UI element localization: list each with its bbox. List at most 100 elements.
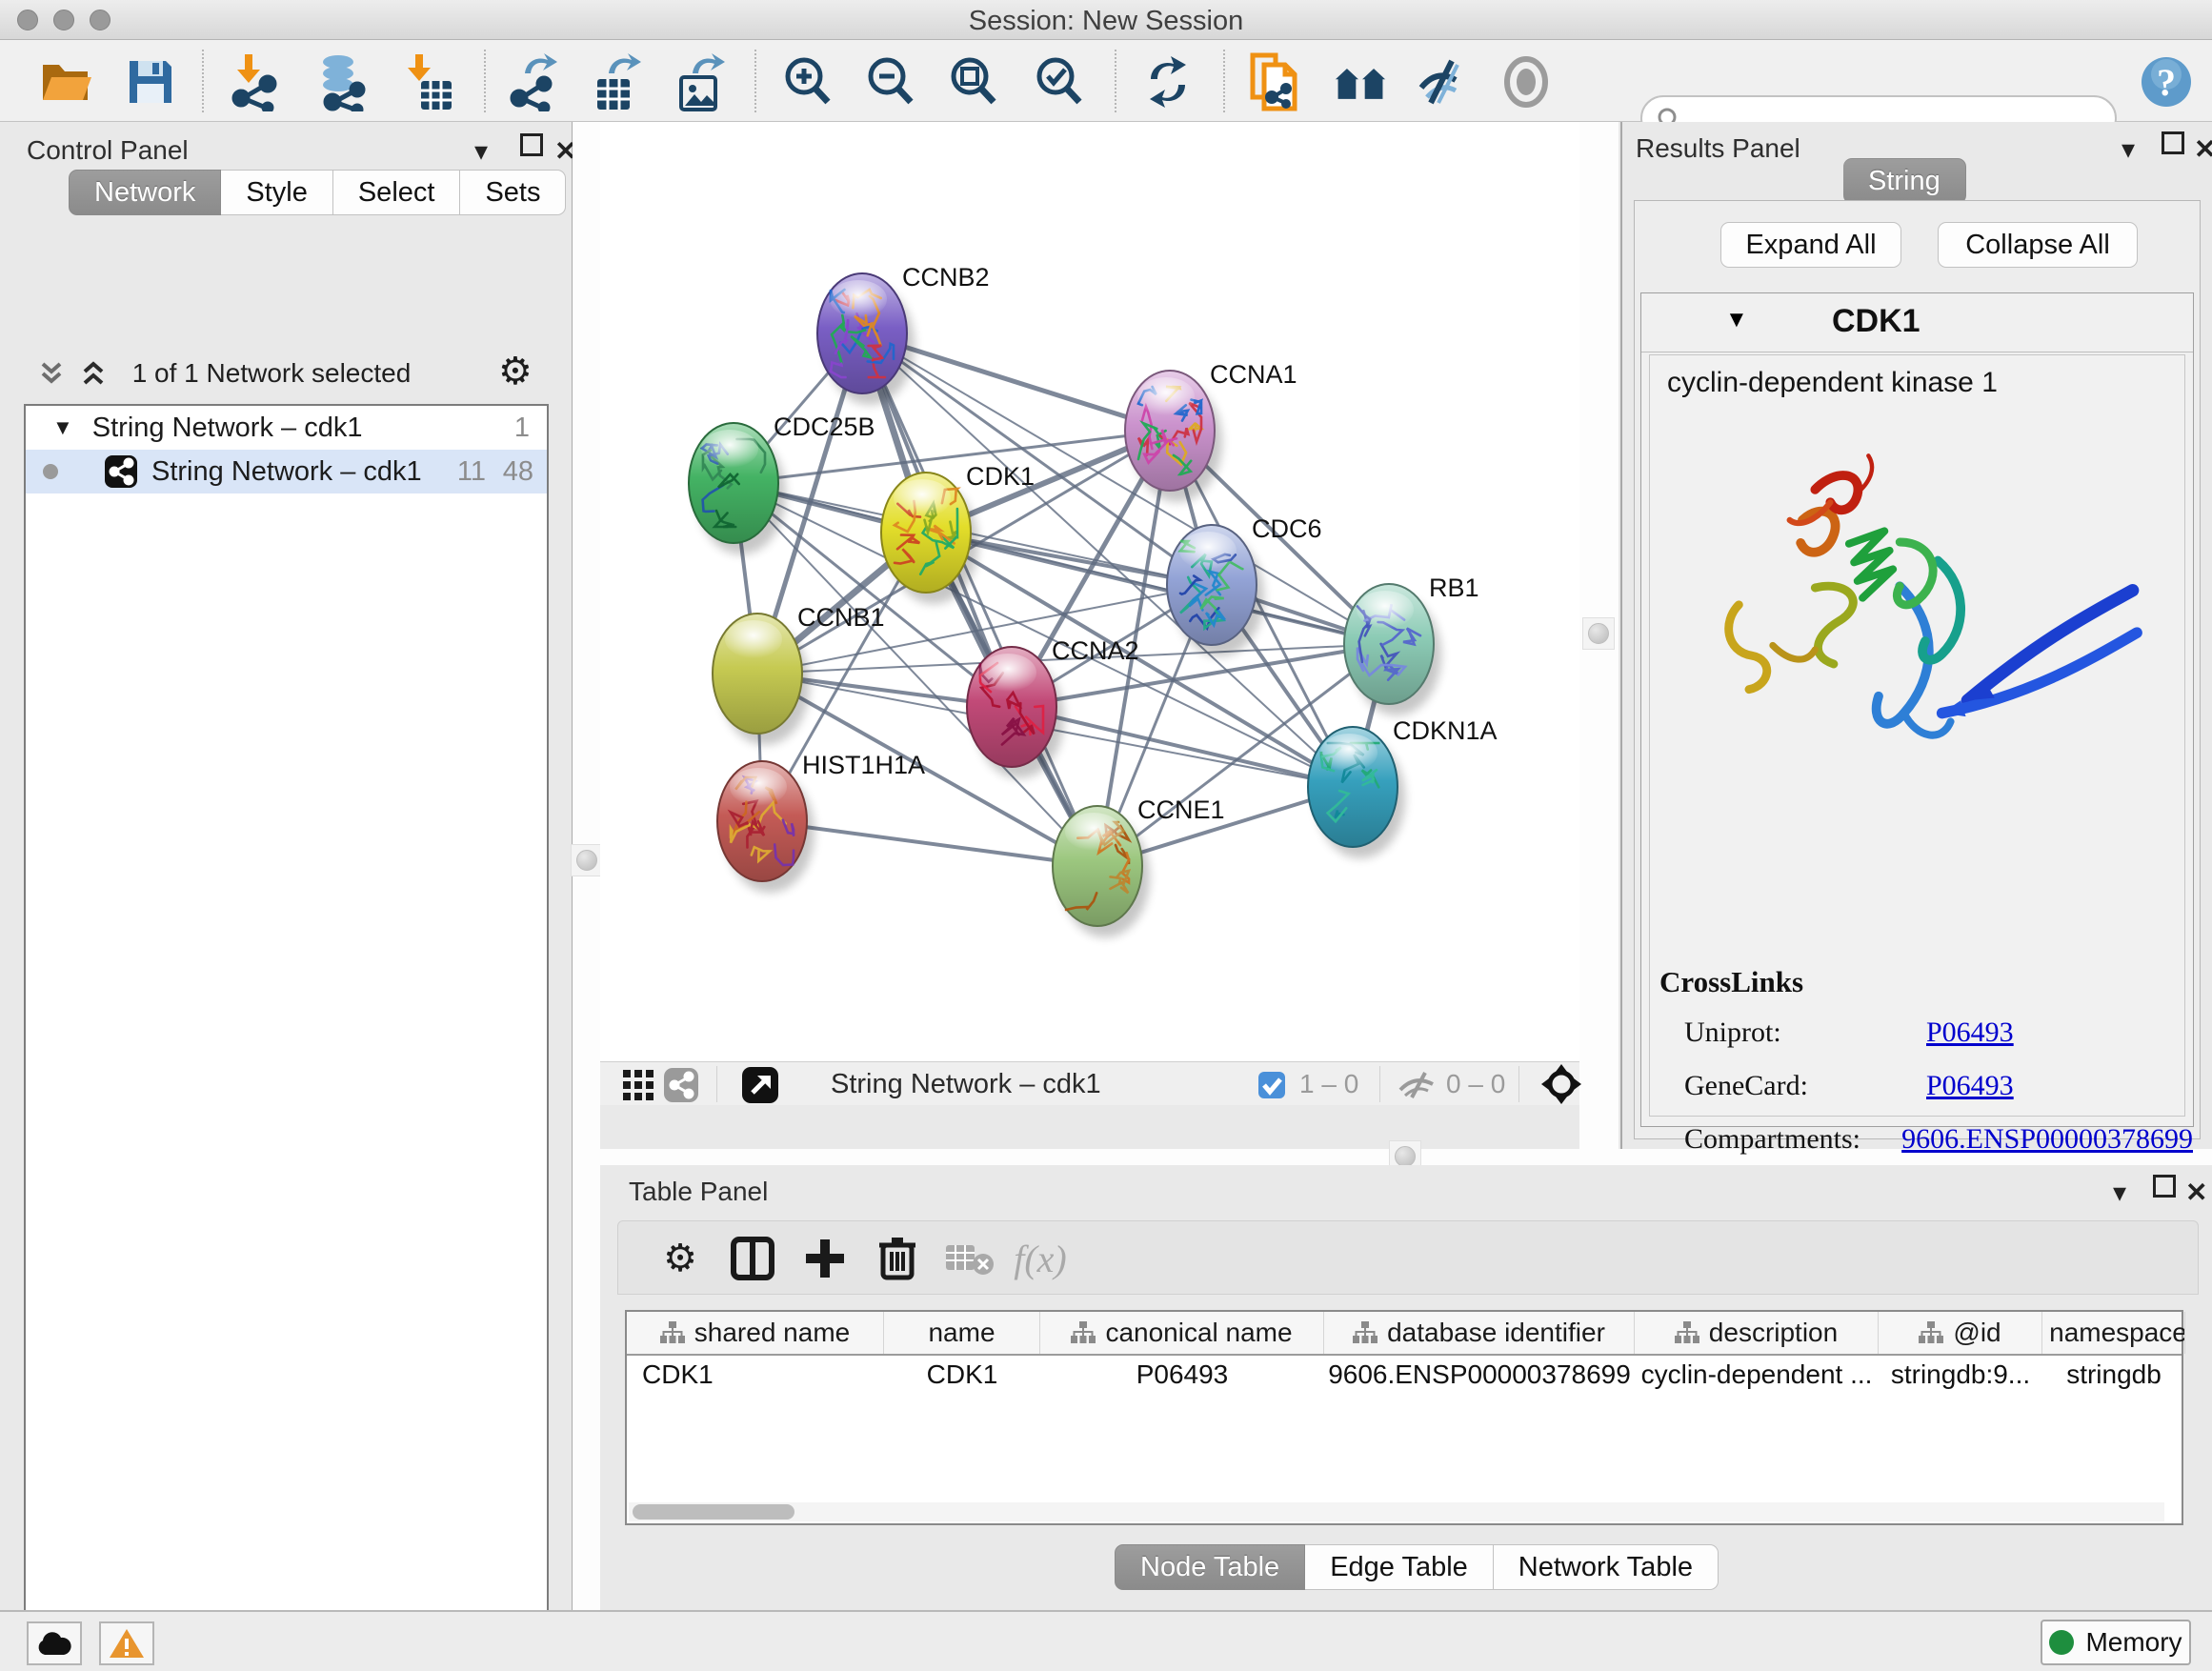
expand-all-button[interactable]: Expand All [1720, 222, 1901, 268]
table-cell[interactable]: CDK1 [884, 1356, 1040, 1394]
panel-float-icon[interactable] [2153, 1175, 2176, 1198]
crosslink-link[interactable]: P06493 [1926, 1017, 2014, 1049]
table-tabs: Node Table Edge Table Network Table [1115, 1544, 1719, 1590]
tab-string[interactable]: String [1843, 158, 1966, 204]
column-header-namespace[interactable]: namespace [2042, 1312, 2185, 1354]
network-node[interactable]: CCNB1 [713, 603, 885, 745]
panel-close-icon[interactable]: ✕ [2185, 1177, 2207, 1209]
panel-menu-icon[interactable]: ▾ [474, 135, 488, 168]
crosslink-link[interactable]: 9606.ENSP00000378699 [1901, 1123, 2193, 1156]
network-collection-row[interactable]: ▼ String Network – cdk1 1 [26, 406, 547, 450]
help-icon[interactable]: ? [2138, 53, 2195, 111]
memory-button[interactable]: Memory [2041, 1620, 2191, 1665]
node-table[interactable]: shared namenamecanonical namedatabase id… [625, 1310, 2183, 1525]
grid-view-icon[interactable] [623, 1070, 655, 1100]
network-options-gear-icon[interactable]: ⚙ [498, 352, 533, 391]
zoom-fit-icon[interactable] [945, 53, 1002, 111]
column-header-database-identifier[interactable]: database identifier [1324, 1312, 1635, 1354]
duplicate-network-icon[interactable] [1246, 53, 1303, 111]
column-header--id[interactable]: @id [1879, 1312, 2042, 1354]
column-header-description[interactable]: description [1635, 1312, 1879, 1354]
birdseye-crosshair-icon[interactable] [1541, 1064, 1581, 1104]
tab-network-table[interactable]: Network Table [1494, 1544, 1719, 1590]
table-cell[interactable]: stringdb [2042, 1356, 2185, 1394]
column-header-label: @id [1953, 1318, 2001, 1348]
tab-style[interactable]: Style [221, 170, 332, 215]
tab-node-table[interactable]: Node Table [1115, 1544, 1305, 1590]
right-splitter-handle[interactable] [1582, 617, 1615, 650]
table-cell[interactable]: 9606.ENSP00000378699 [1324, 1356, 1635, 1394]
panel-float-icon[interactable] [2162, 131, 2184, 154]
table-cell[interactable]: P06493 [1040, 1356, 1324, 1394]
zoom-in-icon[interactable] [779, 53, 836, 111]
export-image-icon[interactable] [673, 53, 730, 111]
network-canvas[interactable]: CCNB2CCNA1CDC25BCDK1CDC6RB1CCNB1CCNA2CDK… [600, 122, 1579, 1061]
selected-checkbox-icon[interactable] [1257, 1071, 1286, 1099]
crosslink-link[interactable]: P06493 [1926, 1070, 2014, 1102]
table-horizontal-scrollbar[interactable] [629, 1502, 2164, 1521]
warnings-button[interactable] [99, 1621, 154, 1665]
panel-menu-icon[interactable]: ▾ [2122, 133, 2135, 166]
zoom-selected-icon[interactable] [1031, 53, 1088, 111]
node-label: CDKN1A [1393, 716, 1498, 745]
gene-description: cyclin-dependent kinase 1 [1667, 367, 1998, 399]
collapse-all-button[interactable]: Collapse All [1938, 222, 2138, 268]
tab-edge-table[interactable]: Edge Table [1305, 1544, 1494, 1590]
table-cell[interactable]: stringdb:9... [1879, 1356, 2042, 1394]
panel-menu-icon[interactable]: ▾ [2113, 1177, 2126, 1209]
hide-selected-icon[interactable] [1414, 53, 1471, 111]
network-node[interactable]: CDC6 [1167, 514, 1322, 656]
first-neighbors-icon[interactable] [1332, 53, 1389, 111]
open-session-icon[interactable] [38, 53, 95, 111]
table-cell[interactable]: CDK1 [627, 1356, 884, 1394]
add-column-icon[interactable] [797, 1231, 853, 1286]
gene-detail-card: cyclin-dependent kinase 1 [1649, 354, 2185, 1117]
node-label: CCNA2 [1052, 636, 1139, 665]
toolbar-separator [484, 50, 486, 112]
panel-close-icon[interactable]: ✕ [2194, 133, 2212, 166]
collapse-all-icon[interactable] [37, 360, 66, 389]
import-network-file-icon[interactable] [229, 53, 286, 111]
network-node[interactable]: CDKN1A [1308, 716, 1498, 858]
network-node[interactable]: CCNA2 [967, 636, 1139, 778]
tab-select[interactable]: Select [333, 170, 461, 215]
network-view-mode-icon[interactable] [663, 1067, 699, 1103]
export-network-icon[interactable] [507, 53, 564, 111]
network-node[interactable]: HIST1H1A [717, 751, 925, 893]
column-header-shared-name[interactable]: shared name [627, 1312, 884, 1354]
export-table-icon[interactable] [589, 53, 646, 111]
show-columns-icon[interactable] [725, 1231, 780, 1286]
refresh-icon[interactable] [1139, 53, 1196, 111]
network-node[interactable]: RB1 [1344, 574, 1479, 715]
crosslink-label: Compartments: [1659, 1123, 1901, 1156]
detach-view-icon[interactable] [741, 1066, 779, 1104]
save-session-icon[interactable] [122, 53, 179, 111]
warning-icon [109, 1627, 145, 1660]
show-all-icon[interactable] [1498, 53, 1555, 111]
section-caret-icon[interactable]: ▼ [1725, 307, 1748, 333]
import-network-database-icon[interactable] [312, 53, 370, 111]
cloud-status-button[interactable] [27, 1621, 82, 1665]
collection-caret-icon[interactable]: ▼ [52, 415, 73, 440]
delete-column-icon[interactable] [870, 1231, 925, 1286]
scrollbar-thumb[interactable] [633, 1504, 794, 1520]
table-cell[interactable]: cyclin-dependent ... [1635, 1356, 1879, 1394]
left-splitter-handle[interactable] [571, 844, 603, 876]
toolbar-divider [716, 1066, 717, 1102]
panel-float-icon[interactable] [520, 133, 543, 156]
tab-sets[interactable]: Sets [460, 170, 566, 215]
import-table-icon[interactable] [400, 53, 457, 111]
column-header-canonical-name[interactable]: canonical name [1040, 1312, 1324, 1354]
table-row[interactable]: CDK1CDK1P064939606.ENSP00000378699cyclin… [627, 1356, 2182, 1394]
gene-section-header[interactable]: ▼ CDK1 [1641, 293, 2193, 352]
column-header-name[interactable]: name [884, 1312, 1040, 1354]
network-row[interactable]: String Network – cdk1 11 48 [26, 450, 547, 493]
network-node[interactable]: CCNA1 [1125, 360, 1297, 502]
toolbar-divider [1518, 1066, 1519, 1102]
table-options-gear-icon[interactable]: ⚙ [653, 1231, 708, 1286]
tab-network[interactable]: Network [69, 170, 221, 215]
network-node[interactable]: CCNB2 [817, 263, 990, 405]
expand-all-icon[interactable] [79, 360, 108, 389]
zoom-out-icon[interactable] [862, 53, 919, 111]
network-node[interactable]: CCNE1 [1053, 795, 1225, 937]
